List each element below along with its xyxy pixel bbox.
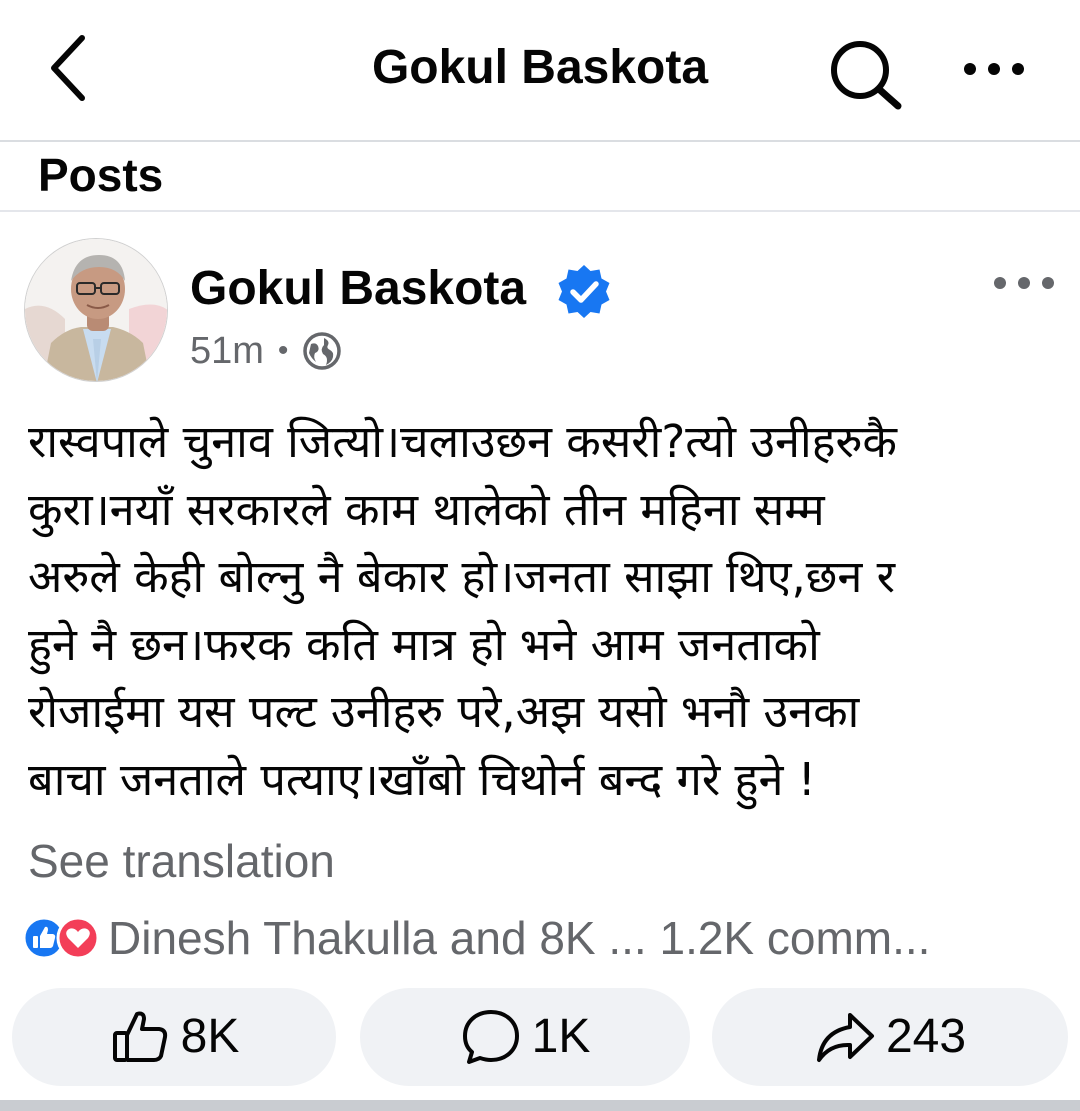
divider <box>0 140 1080 142</box>
avatar[interactable] <box>24 238 168 382</box>
divider <box>0 1100 1080 1111</box>
divider <box>0 210 1080 212</box>
search-icon <box>831 41 902 110</box>
reactions-summary-text[interactable]: Dinesh Thakulla and 8K ... 1.2K comm... <box>108 910 930 966</box>
page-more-button[interactable] <box>956 44 1036 94</box>
profile-photo <box>25 239 167 381</box>
see-translation-link[interactable]: See translation <box>28 832 335 890</box>
comment-bubble-icon <box>462 1010 519 1064</box>
share-arrow-icon <box>816 1013 874 1062</box>
post-timestamp[interactable]: 51m <box>190 326 264 376</box>
like-button[interactable]: 8K <box>12 988 336 1086</box>
reaction-icons <box>22 916 108 960</box>
comment-count: 1K <box>531 1010 591 1063</box>
post-meta: 51m • <box>190 326 342 376</box>
reactions-summary-row[interactable]: Dinesh Thakulla and 8K ... 1.2K comm... <box>22 910 1062 966</box>
comment-button[interactable]: 1K <box>360 988 690 1086</box>
post-author-name[interactable]: Gokul Baskota <box>190 260 526 318</box>
post-options-button[interactable] <box>990 268 1060 298</box>
more-horizontal-icon <box>994 277 1054 289</box>
verified-badge-icon <box>558 265 610 318</box>
section-label: Posts <box>38 149 164 201</box>
search-button[interactable] <box>822 36 912 112</box>
more-horizontal-icon <box>964 63 1024 75</box>
page-title: Gokul Baskota <box>371 41 709 94</box>
share-count: 243 <box>885 1010 967 1063</box>
like-count: 8K <box>180 1010 240 1063</box>
globe-icon <box>303 332 342 370</box>
love-icon <box>56 916 100 960</box>
post-body-text: रास्वपाले चुनाव जित्यो।चलाउछन कसरी?त्यो … <box>28 415 897 806</box>
meta-separator: • <box>277 334 289 367</box>
thumbs-up-icon <box>112 1011 167 1062</box>
top-bar: Gokul Baskota <box>0 0 1080 140</box>
share-button[interactable]: 243 <box>712 988 1068 1086</box>
